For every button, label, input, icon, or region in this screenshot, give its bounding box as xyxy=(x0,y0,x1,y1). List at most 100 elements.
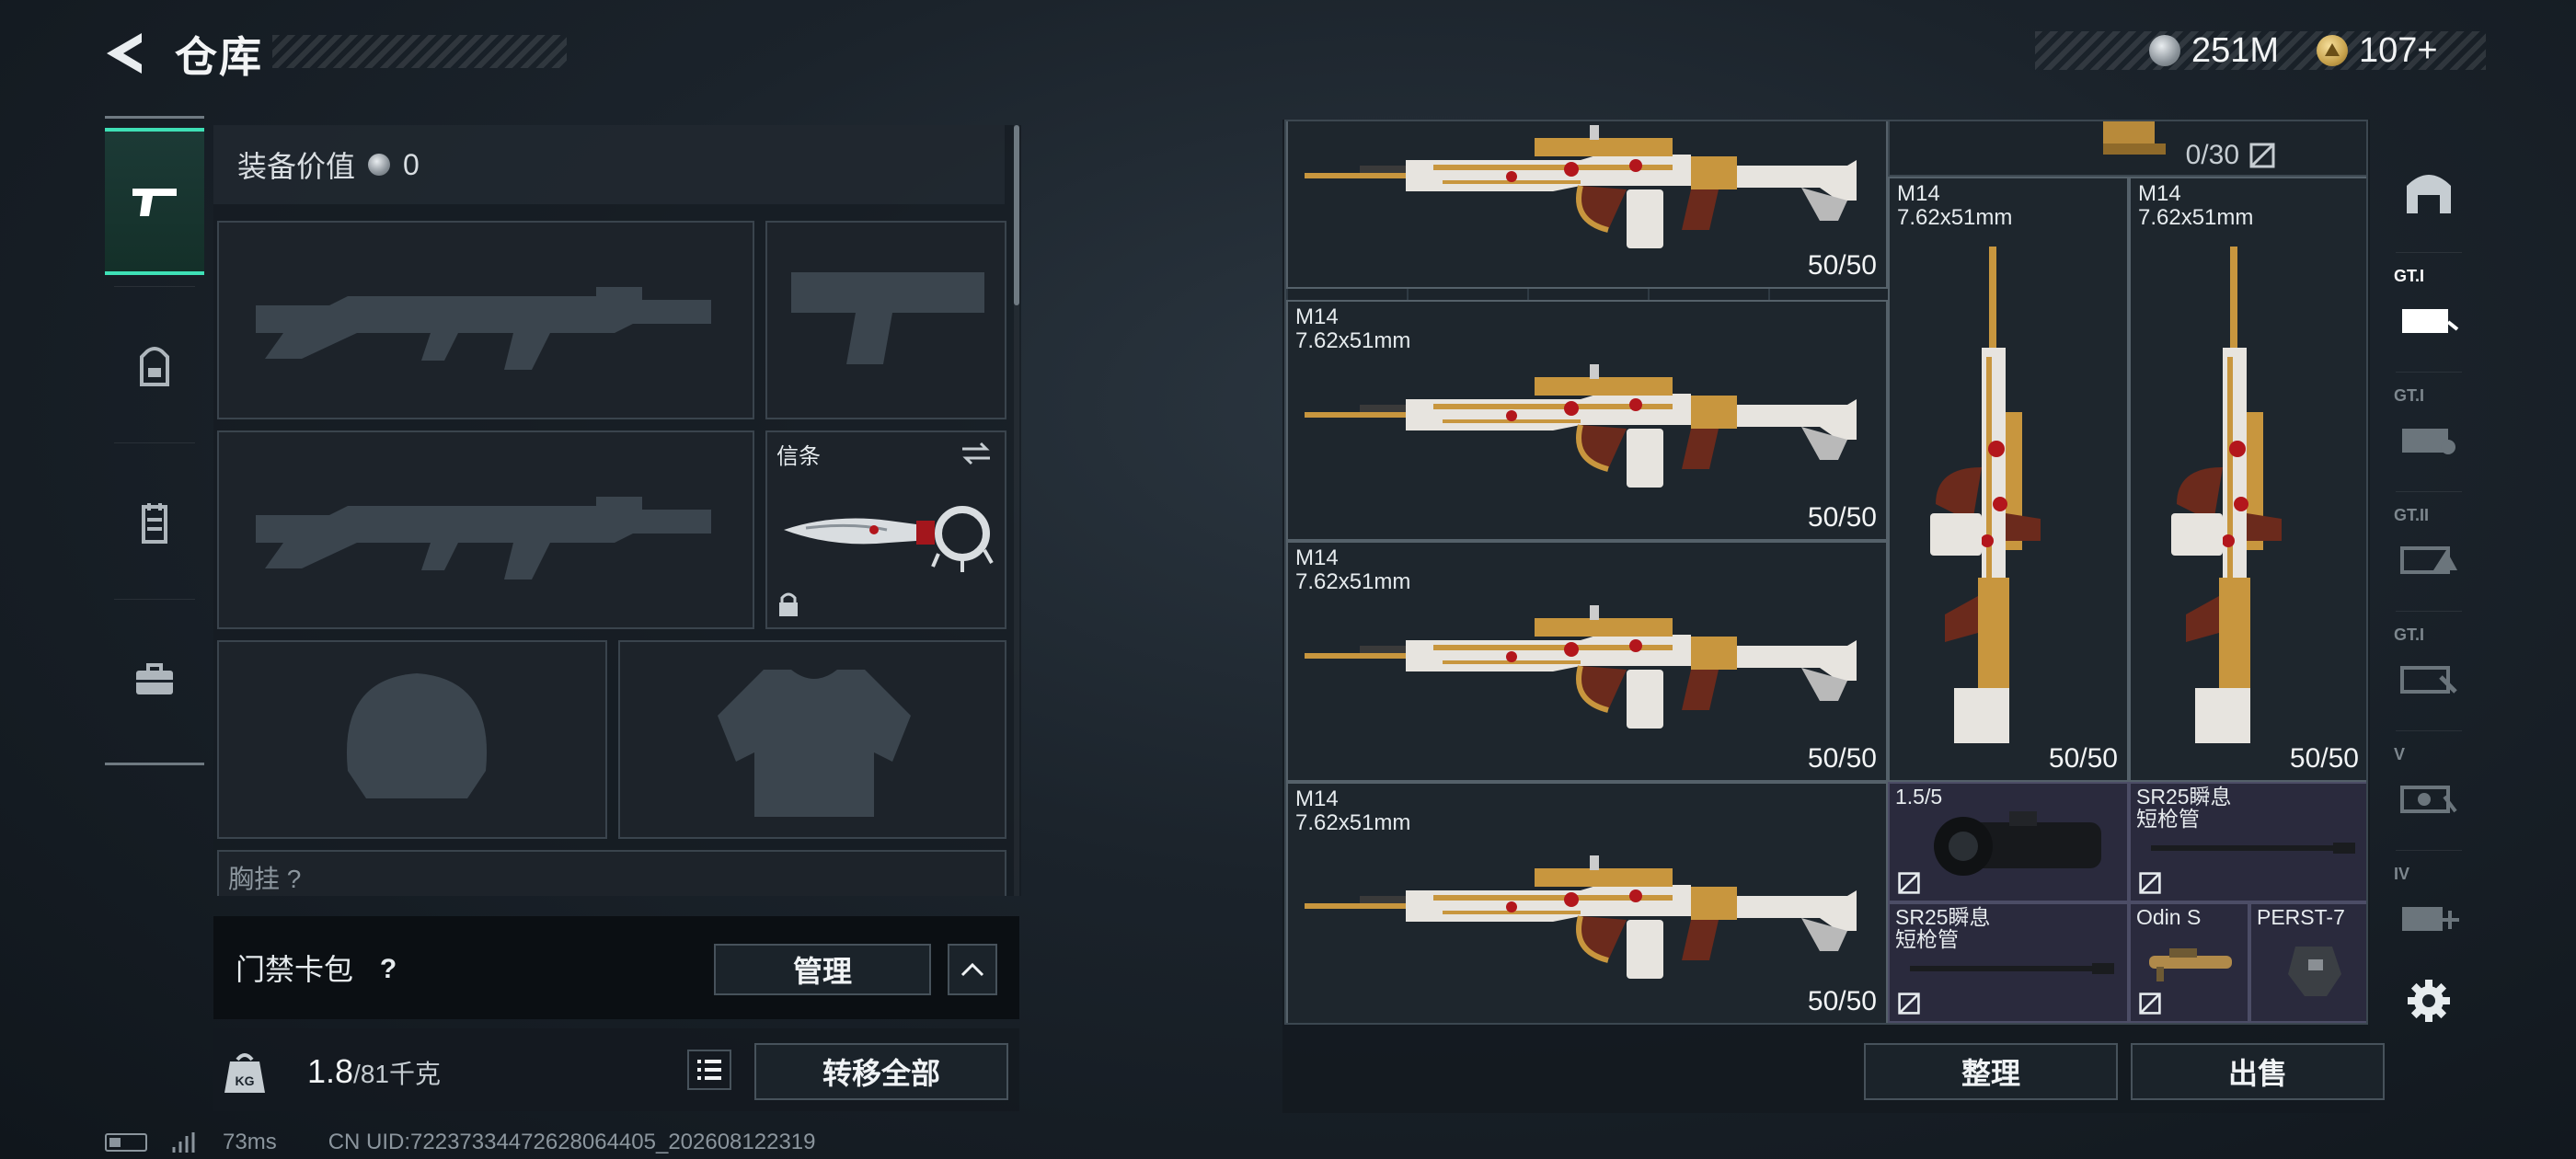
storage-item-barrel[interactable]: SR25瞬息 短枪管 xyxy=(1888,902,2129,1023)
loadout-scroll-thumb[interactable] xyxy=(1014,125,1019,305)
m14-rifle-icon xyxy=(1305,364,1857,488)
storage-item-m14[interactable]: M14 7.62x51mm 50/50 xyxy=(1286,782,1888,1023)
sidearm-slot[interactable] xyxy=(765,221,1006,419)
page-title: 仓库 xyxy=(175,33,263,81)
magazine-count: 0/30 xyxy=(2186,140,2276,171)
chest-rig-slot[interactable]: 胸挂 ? xyxy=(217,850,1006,896)
category-case[interactable] xyxy=(105,606,204,753)
storage-box-icon xyxy=(2400,786,2457,813)
list-icon xyxy=(687,1050,731,1090)
briefcase-icon xyxy=(136,663,173,694)
storage-side-tabs: GT.I GT.I GT.II GT.I V IV xyxy=(2386,136,2471,1056)
gold-currency[interactable]: 107+ xyxy=(2317,26,2438,75)
storage-box-icon xyxy=(2402,309,2459,333)
back-arrow-icon xyxy=(107,33,142,74)
storage-box-icon xyxy=(2400,546,2457,574)
m14-rifle-icon xyxy=(1305,125,1857,248)
attachment-name: SR25瞬息 短枪管 xyxy=(2136,785,2232,831)
back-button[interactable] xyxy=(99,26,155,81)
storage-item-m14[interactable]: M14 7.62x51mm 50/50 xyxy=(1888,177,2129,782)
m14-rifle-icon xyxy=(1305,855,1857,979)
chest-rig-label: 胸挂 ? xyxy=(228,865,302,893)
tab-storage-6[interactable]: IV xyxy=(2386,854,2471,964)
sort-button[interactable]: 整理 xyxy=(1864,1043,2118,1100)
category-vest[interactable] xyxy=(105,450,204,597)
vest-icon xyxy=(142,503,167,544)
no-trade-icon xyxy=(1898,993,1920,1015)
storage-item-perst-7[interactable]: PERST-7 xyxy=(2249,902,2366,1023)
pistol-icon xyxy=(132,189,177,216)
tab-storage-4[interactable]: GT.I xyxy=(2386,614,2471,725)
tab-all-storage[interactable] xyxy=(2386,136,2471,247)
tab-label: GT.II xyxy=(2394,506,2430,524)
helmet-silhouette-icon xyxy=(346,673,488,798)
item-ammo: 50/50 xyxy=(1807,502,1877,533)
scope-icon xyxy=(1934,811,2101,876)
storage-item-scope[interactable]: 1.5/5 xyxy=(1888,782,2129,902)
secondary-weapon-slot[interactable] xyxy=(217,430,754,629)
lock-icon xyxy=(779,592,798,616)
status-bar: 73ms CN UID:72237334472628064405_2026081… xyxy=(105,1130,816,1155)
category-nav xyxy=(105,116,204,765)
item-ammo: 50/50 xyxy=(2048,743,2118,774)
uid-text: CN UID:72237334472628064405_202608122319 xyxy=(328,1130,816,1154)
armor-silhouette-icon xyxy=(718,670,911,817)
storage-item-m14[interactable]: M14 7.62x51mm 50/50 xyxy=(1286,300,1888,541)
category-backpack[interactable] xyxy=(105,293,204,441)
armor-slot[interactable] xyxy=(618,640,1006,839)
help-icon[interactable]: ? xyxy=(370,951,407,988)
ping-text: 73ms xyxy=(223,1130,277,1154)
storage-item-magazine[interactable]: 0/30 xyxy=(1888,121,2366,177)
attachment-name: Odin S xyxy=(2136,905,2202,929)
weight-icon: KG xyxy=(224,1053,265,1093)
item-ammo: 50/50 xyxy=(1807,986,1877,1016)
storage-item-m14[interactable]: 50/50 xyxy=(1286,121,1888,289)
knife-icon xyxy=(784,506,994,572)
list-view-button[interactable] xyxy=(686,1045,732,1095)
storage-item-barrel[interactable]: SR25瞬息 短枪管 xyxy=(2129,782,2366,902)
barrel-icon xyxy=(1910,963,2114,974)
perst-7-icon xyxy=(2288,947,2341,996)
primary-weapon-slot[interactable] xyxy=(217,221,754,419)
storage-item-m14[interactable]: M14 7.62x51mm 50/50 xyxy=(2129,177,2366,782)
magazine-icon xyxy=(2103,121,2166,155)
backpack-icon xyxy=(140,347,169,386)
magazine-count-text: 0/30 xyxy=(2185,140,2239,170)
transfer-all-button[interactable]: 转移全部 xyxy=(754,1043,1008,1100)
sell-button[interactable]: 出售 xyxy=(2131,1043,2385,1100)
silver-currency[interactable]: 251M xyxy=(2149,26,2279,75)
weight-readout: 1.8/81千克 xyxy=(307,1052,441,1091)
equip-value-bar: 装备价值 0 xyxy=(213,125,1005,204)
item-name: M14 7.62x51mm xyxy=(1295,786,1411,835)
storage-item-m14[interactable]: M14 7.62x51mm 50/50 xyxy=(1286,541,1888,782)
silver-amount: 251M xyxy=(2191,30,2280,70)
swap-icon[interactable] xyxy=(959,440,994,467)
storage-box-icon xyxy=(2402,429,2455,454)
equip-value-label: 装备价值 xyxy=(237,150,356,183)
storage-box-icon xyxy=(2402,907,2459,931)
tab-label: V xyxy=(2394,745,2406,763)
melee-slot[interactable]: 信条 xyxy=(765,430,1006,629)
odin-s-icon xyxy=(2149,948,2232,981)
battery-icon xyxy=(105,1133,147,1152)
storage-box-icon xyxy=(2400,666,2457,694)
storage-item-odin-s[interactable]: Odin S xyxy=(2129,902,2249,1023)
category-weapons[interactable] xyxy=(105,128,204,275)
tab-storage-3[interactable]: GT.II xyxy=(2386,495,2471,605)
manage-button[interactable]: 管理 xyxy=(714,944,931,995)
helmet-slot[interactable] xyxy=(217,640,607,839)
no-trade-icon xyxy=(2139,872,2161,894)
no-trade-icon xyxy=(1898,872,1920,894)
tab-label: GT.I xyxy=(2394,267,2425,285)
rifle-silhouette-icon xyxy=(256,287,711,370)
storage-settings-button[interactable] xyxy=(2386,964,2471,1038)
item-ammo: 50/50 xyxy=(2289,743,2359,774)
collapse-button[interactable] xyxy=(948,944,997,995)
silver-coin-icon xyxy=(368,154,391,176)
silver-coin-icon xyxy=(2149,35,2180,66)
pistol-silhouette-icon xyxy=(791,272,984,364)
tab-storage-2[interactable]: GT.I xyxy=(2386,375,2471,486)
gold-coin-icon xyxy=(2317,35,2348,66)
tab-storage-1[interactable]: GT.I xyxy=(2386,256,2471,366)
tab-storage-5[interactable]: V xyxy=(2386,734,2471,844)
